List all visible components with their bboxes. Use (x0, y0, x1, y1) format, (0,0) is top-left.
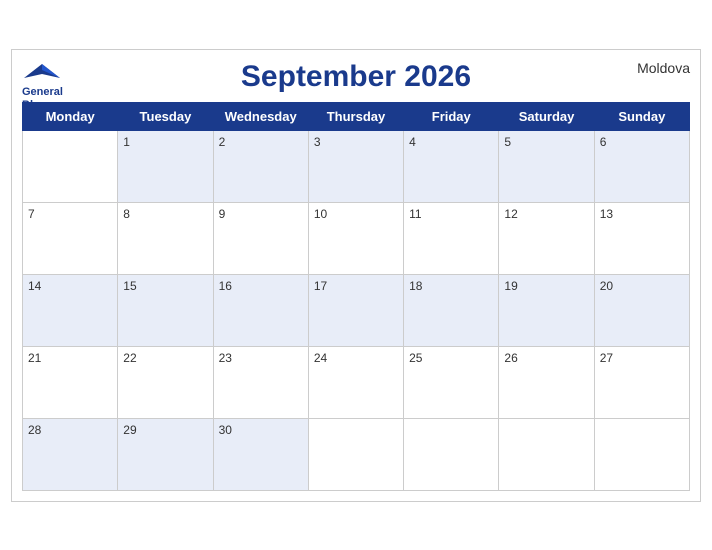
calendar-cell: 14 (23, 274, 118, 346)
calendar-cell: 6 (594, 130, 689, 202)
day-number: 25 (409, 351, 422, 365)
calendar-table: Monday Tuesday Wednesday Thursday Friday… (22, 102, 690, 491)
calendar-cell: 29 (118, 418, 213, 490)
day-number: 27 (600, 351, 613, 365)
day-number: 3 (314, 135, 321, 149)
calendar-cell: 3 (308, 130, 403, 202)
day-number: 10 (314, 207, 327, 221)
day-number: 7 (28, 207, 35, 221)
day-number: 26 (504, 351, 517, 365)
calendar-cell (499, 418, 594, 490)
calendar-cell: 15 (118, 274, 213, 346)
header-saturday: Saturday (499, 102, 594, 130)
day-number: 30 (219, 423, 232, 437)
day-number: 24 (314, 351, 327, 365)
day-number: 8 (123, 207, 130, 221)
calendar-cell: 25 (404, 346, 499, 418)
day-number: 22 (123, 351, 136, 365)
calendar-week-row: 7 8 9 10 11 12 13 (23, 202, 690, 274)
day-number: 12 (504, 207, 517, 221)
header-wednesday: Wednesday (213, 102, 308, 130)
calendar-cell: 28 (23, 418, 118, 490)
calendar-cell: 19 (499, 274, 594, 346)
day-number: 6 (600, 135, 607, 149)
calendar-cell: 26 (499, 346, 594, 418)
day-number: 21 (28, 351, 41, 365)
calendar-week-row: 21 22 23 24 25 26 27 (23, 346, 690, 418)
calendar-cell: 20 (594, 274, 689, 346)
calendar-container: General Blue September 2026 Moldova Mond… (11, 49, 701, 502)
calendar-cell: 30 (213, 418, 308, 490)
logo-general: General (22, 86, 63, 99)
day-number: 9 (219, 207, 226, 221)
calendar-cell: 9 (213, 202, 308, 274)
day-number: 28 (28, 423, 41, 437)
calendar-cell: 17 (308, 274, 403, 346)
day-number: 18 (409, 279, 422, 293)
calendar-cell: 18 (404, 274, 499, 346)
calendar-cell (23, 130, 118, 202)
calendar-header: General Blue September 2026 Moldova (22, 60, 690, 94)
day-number: 19 (504, 279, 517, 293)
calendar-cell: 27 (594, 346, 689, 418)
calendar-cell: 5 (499, 130, 594, 202)
calendar-cell: 13 (594, 202, 689, 274)
calendar-cell: 10 (308, 202, 403, 274)
calendar-cell (594, 418, 689, 490)
calendar-cell: 21 (23, 346, 118, 418)
calendar-cell: 16 (213, 274, 308, 346)
day-number: 16 (219, 279, 232, 293)
day-number: 13 (600, 207, 613, 221)
logo: General Blue (22, 60, 63, 112)
day-number: 14 (28, 279, 41, 293)
day-number: 1 (123, 135, 130, 149)
day-number: 5 (504, 135, 511, 149)
day-number: 11 (409, 207, 421, 221)
day-number: 4 (409, 135, 416, 149)
logo-icon (24, 60, 60, 84)
header-thursday: Thursday (308, 102, 403, 130)
weekday-header-row: Monday Tuesday Wednesday Thursday Friday… (23, 102, 690, 130)
calendar-title: September 2026 (241, 60, 471, 94)
day-number: 15 (123, 279, 136, 293)
calendar-cell: 23 (213, 346, 308, 418)
calendar-cell (308, 418, 403, 490)
calendar-cell: 11 (404, 202, 499, 274)
calendar-cell: 24 (308, 346, 403, 418)
day-number: 2 (219, 135, 226, 149)
logo-blue: Blue (22, 99, 46, 112)
day-number: 23 (219, 351, 232, 365)
country-label: Moldova (637, 60, 690, 76)
day-number: 29 (123, 423, 136, 437)
calendar-week-row: 28 29 30 (23, 418, 690, 490)
calendar-cell: 12 (499, 202, 594, 274)
calendar-cell: 22 (118, 346, 213, 418)
logo-text: General Blue (22, 86, 63, 112)
calendar-cell: 2 (213, 130, 308, 202)
calendar-week-row: 1 2 3 4 5 6 (23, 130, 690, 202)
calendar-cell: 4 (404, 130, 499, 202)
calendar-cell: 1 (118, 130, 213, 202)
header-friday: Friday (404, 102, 499, 130)
day-number: 20 (600, 279, 613, 293)
header-tuesday: Tuesday (118, 102, 213, 130)
day-number: 17 (314, 279, 327, 293)
calendar-week-row: 14 15 16 17 18 19 20 (23, 274, 690, 346)
calendar-cell (404, 418, 499, 490)
calendar-cell: 7 (23, 202, 118, 274)
header-sunday: Sunday (594, 102, 689, 130)
calendar-cell: 8 (118, 202, 213, 274)
